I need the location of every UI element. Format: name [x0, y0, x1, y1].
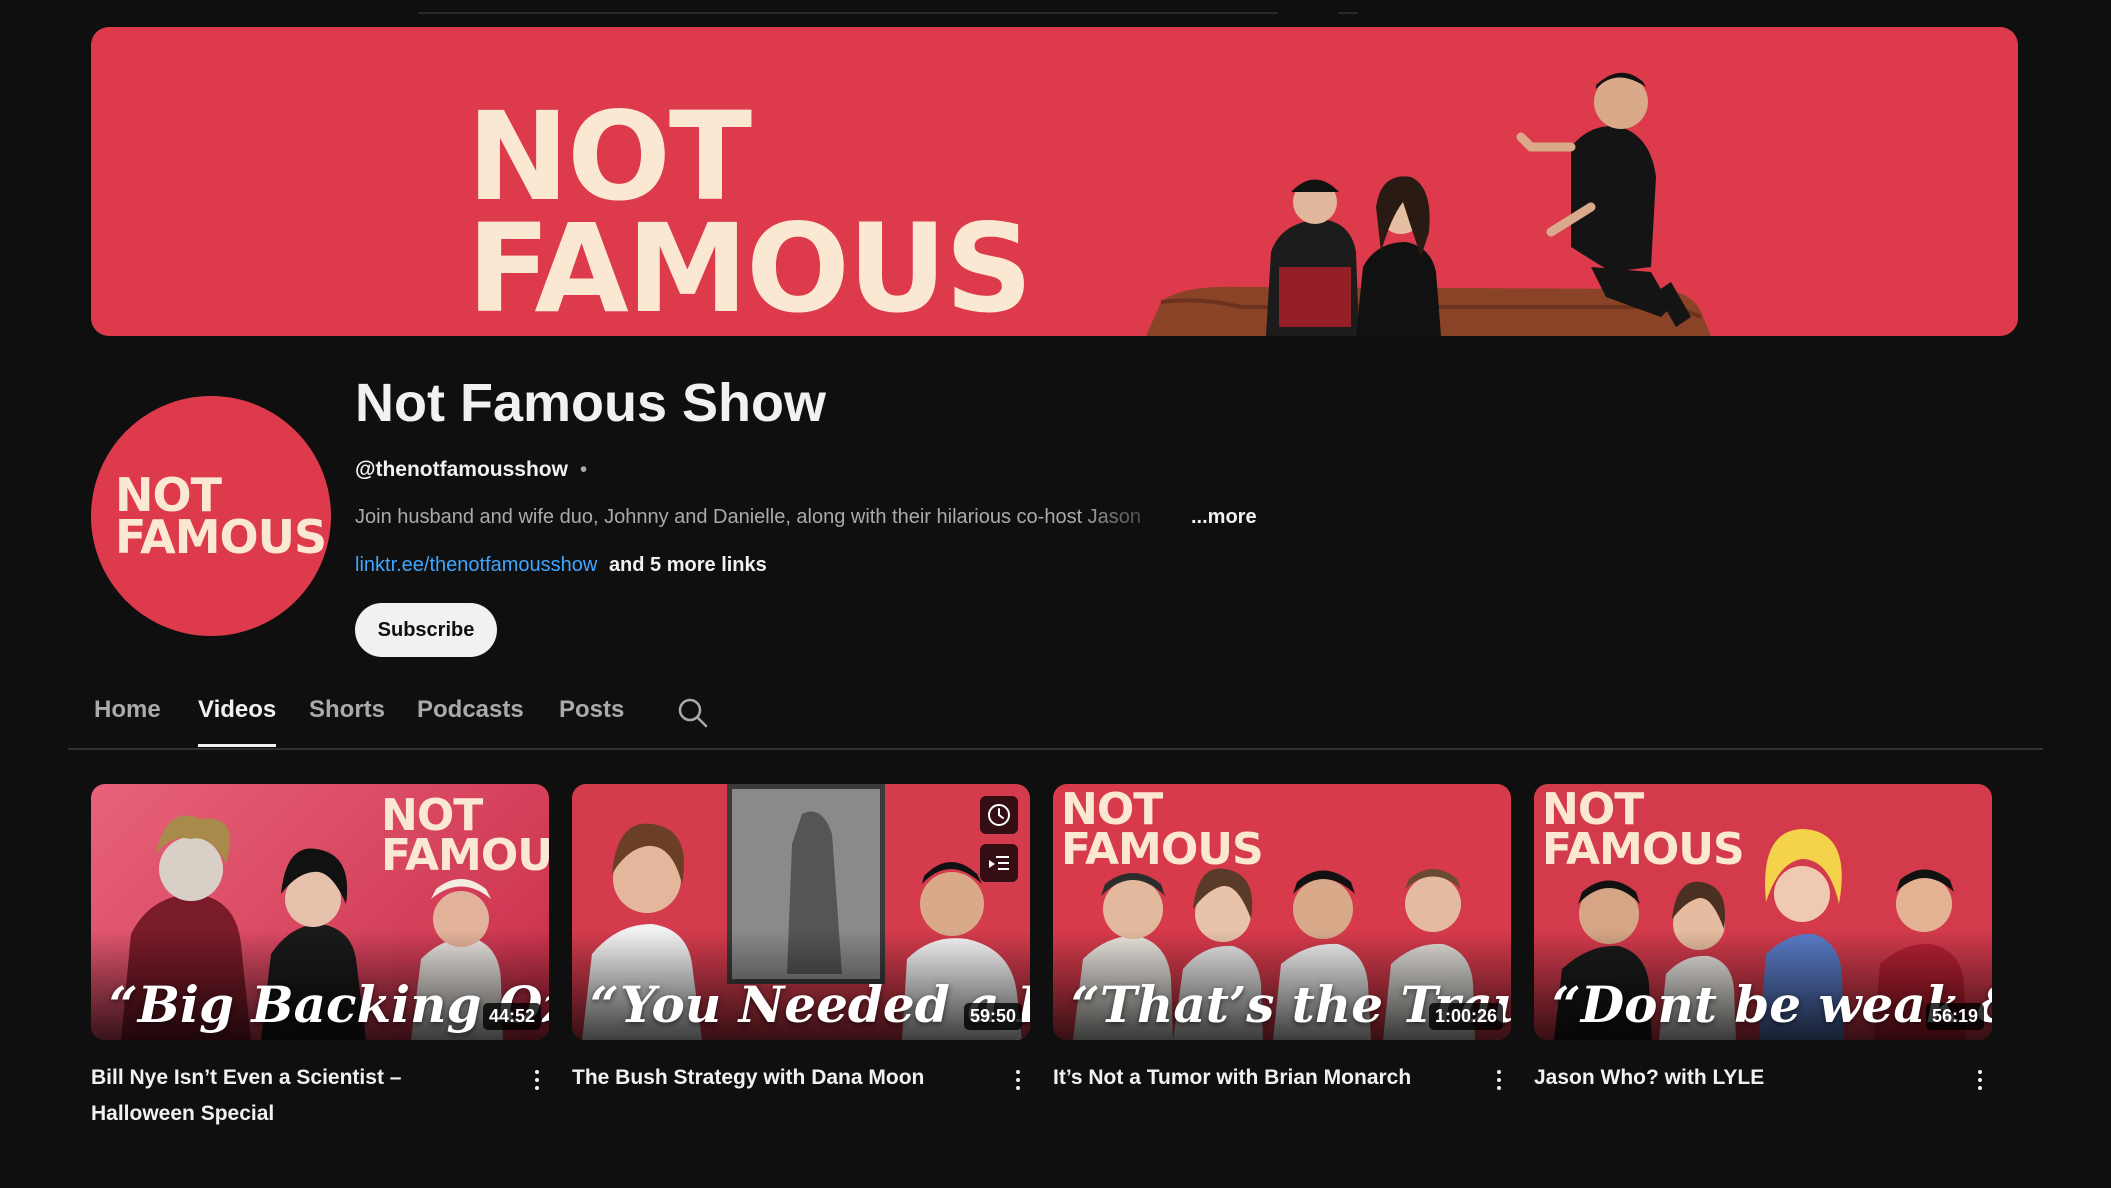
- video-thumbnail[interactable]: “You Needed a Bush 59:50: [572, 784, 1030, 1040]
- channel-primary-link[interactable]: linktr.ee/thenotfamousshow: [355, 554, 597, 576]
- video-card[interactable]: NOT FAMOUS “Dont be weak & gay 56:19 Jas…: [1534, 784, 1992, 1096]
- video-duration: 44:52: [482, 1003, 541, 1030]
- banner-logo: NOT FAMOUS: [467, 86, 1033, 336]
- thumbnail-logo: NOT FAMOUS: [381, 794, 549, 881]
- search-icon[interactable]: [676, 696, 710, 730]
- banner-logo-line1: NOT: [467, 86, 752, 228]
- channel-tabs: Home Videos Shorts Podcasts Posts: [68, 680, 2043, 750]
- thumbnail-hover-actions: [980, 796, 1018, 892]
- thumbnail-logo-line2: FAMOUS: [1542, 823, 1745, 875]
- tab-shorts[interactable]: Shorts: [309, 696, 385, 724]
- thumbnail-logo-line2: FAMOUS: [1061, 823, 1264, 875]
- header-divider: [1338, 12, 1358, 14]
- thumbnail-logo: NOT FAMOUS: [1061, 788, 1264, 875]
- video-duration: 59:50: [963, 1003, 1022, 1030]
- banner-logo-line2: FAMOUS: [467, 198, 1033, 336]
- video-title[interactable]: Jason Who? with LYLE: [1534, 1060, 1934, 1096]
- more-vert-icon[interactable]: [1006, 1062, 1030, 1098]
- banner-hosts-image: [1146, 72, 1711, 336]
- more-links-button[interactable]: and 5 more links: [609, 554, 767, 576]
- video-title[interactable]: Bill Nye Isn’t Even a Scientist – Hallow…: [91, 1060, 491, 1132]
- video-card[interactable]: NOT FAMOUS “That’s the Trauma?!” 1:00:26…: [1053, 784, 1511, 1096]
- watch-later-button[interactable]: [980, 796, 1018, 834]
- more-vert-icon[interactable]: [525, 1062, 549, 1098]
- tab-videos[interactable]: Videos: [198, 696, 277, 747]
- avatar-logo-line2: FAMOUS: [115, 510, 327, 564]
- more-vert-icon[interactable]: [1487, 1062, 1511, 1098]
- search-bar-edge: [418, 12, 1278, 14]
- video-thumbnail[interactable]: NOT FAMOUS “Big Backing Ozempi 44:52: [91, 784, 549, 1040]
- channel-avatar[interactable]: NOT FAMOUS: [91, 396, 331, 636]
- video-duration: 1:00:26: [1428, 1003, 1503, 1030]
- thumbnail-logo-line2: FAMOUS: [381, 829, 549, 881]
- channel-handle: @thenotfamousshow: [355, 458, 568, 481]
- channel-title: Not Famous Show: [355, 373, 826, 433]
- video-title[interactable]: It’s Not a Tumor with Brian Monarch: [1053, 1060, 1453, 1096]
- add-to-queue-button[interactable]: [980, 844, 1018, 882]
- video-thumbnail[interactable]: NOT FAMOUS “Dont be weak & gay 56:19: [1534, 784, 1992, 1040]
- video-card[interactable]: NOT FAMOUS “Big Backing Ozempi 44:52 Bil…: [91, 784, 549, 1132]
- tab-posts[interactable]: Posts: [559, 696, 624, 724]
- description-more-button[interactable]: ...more: [1191, 506, 1257, 529]
- more-vert-icon[interactable]: [1968, 1062, 1992, 1098]
- tab-home[interactable]: Home: [94, 696, 161, 724]
- channel-description: Join husband and wife duo, Johnny and Da…: [355, 506, 1142, 528]
- meta-separator: •: [579, 458, 588, 481]
- video-card[interactable]: “You Needed a Bush 59:50 The Bush Strate…: [572, 784, 1030, 1096]
- channel-banner: NOT FAMOUS: [91, 27, 2018, 336]
- channel-meta: @thenotfamousshow •: [355, 458, 587, 482]
- channel-description-row[interactable]: Join husband and wife duo, Johnny and Da…: [355, 506, 1257, 529]
- tab-podcasts[interactable]: Podcasts: [417, 696, 524, 724]
- queue-icon: [989, 856, 1009, 870]
- thumbnail-logo: NOT FAMOUS: [1542, 788, 1745, 875]
- clock-icon: [988, 804, 1010, 826]
- channel-links: linktr.ee/thenotfamousshow and 5 more li…: [355, 554, 767, 577]
- video-thumbnail[interactable]: NOT FAMOUS “That’s the Trauma?!” 1:00:26: [1053, 784, 1511, 1040]
- video-title[interactable]: The Bush Strategy with Dana Moon: [572, 1060, 972, 1096]
- subscribe-button[interactable]: Subscribe: [355, 603, 497, 657]
- video-duration: 56:19: [1925, 1003, 1984, 1030]
